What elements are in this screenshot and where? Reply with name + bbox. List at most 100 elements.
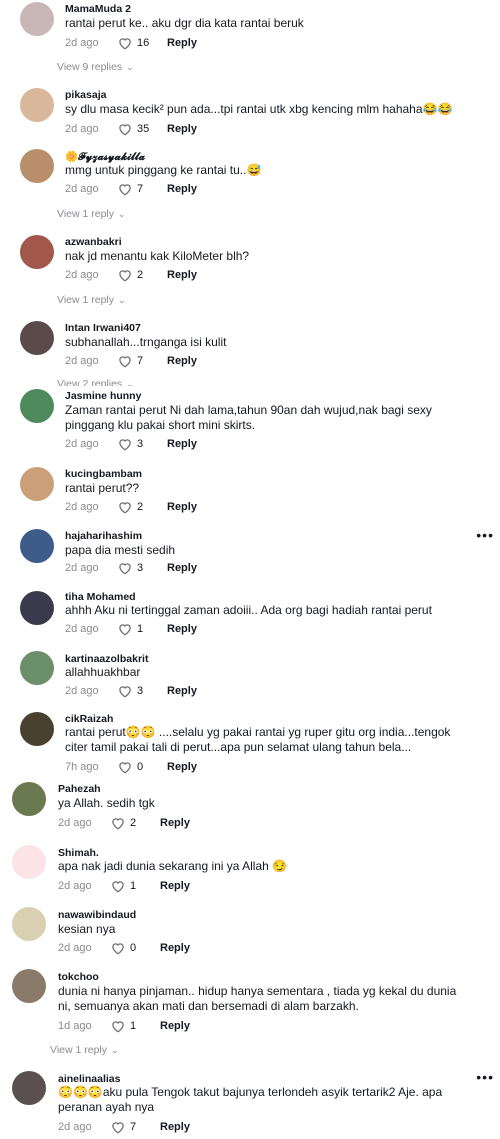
comment-username[interactable]: Shimah. [58, 847, 99, 859]
comment-username[interactable]: Jasmine hunny [65, 390, 141, 402]
heart-icon[interactable] [117, 122, 133, 136]
reply-button[interactable]: Reply [167, 183, 197, 195]
comment-meta: 7h ago 0 Reply [65, 760, 197, 774]
avatar[interactable] [12, 1071, 46, 1105]
avatar[interactable] [20, 321, 54, 355]
avatar[interactable] [12, 845, 46, 879]
heart-icon[interactable] [117, 622, 133, 636]
heart-icon[interactable] [117, 500, 133, 514]
comment-username[interactable]: ainelinaalias [58, 1073, 120, 1085]
reply-button[interactable]: Reply [160, 817, 190, 829]
comment-meta: 2d ago 16 Reply [65, 36, 197, 50]
like-count: 0 [130, 942, 137, 954]
comment-username[interactable]: tiha Mohamed [65, 591, 136, 603]
like-count: 3 [137, 685, 144, 697]
comment-text: apa nak jadi dunia sekarang ini ya Allah… [58, 859, 288, 873]
comment-username[interactable]: 🌼𝓕𝔂𝔃𝓪𝓼𝔂𝓪𝓴𝓲𝓵𝓵𝓪 [65, 150, 145, 164]
avatar[interactable] [20, 149, 54, 183]
comment-username[interactable]: Intan Irwani407 [65, 322, 141, 334]
comment-text: ahhh Aku ni tertinggal zaman adoiii.. Ad… [65, 603, 432, 617]
comment-username[interactable]: nawawibindaud [58, 909, 136, 921]
comment-username[interactable]: pikasaja [65, 89, 106, 101]
avatar[interactable] [12, 782, 46, 816]
view-replies-button[interactable]: View 1 reply ⌄ [57, 294, 126, 306]
heart-icon[interactable] [110, 1019, 126, 1033]
comment-text: kesian nya [58, 922, 116, 936]
view-replies-button[interactable]: View 1 reply ⌄ [50, 1044, 119, 1056]
like-count: 2 [137, 501, 144, 513]
heart-icon[interactable] [117, 182, 133, 196]
reply-button[interactable]: Reply [167, 562, 197, 574]
heart-icon[interactable] [117, 36, 133, 50]
reply-button[interactable]: Reply [167, 685, 197, 697]
avatar[interactable] [20, 389, 54, 423]
comment-date: 2d ago [65, 501, 99, 513]
comment-text: 😳😳😳aku pula Tengok takut bajunya terlond… [58, 1085, 443, 1114]
comment-item: tokchoo dunia ni hanya pinjaman.. hidup … [0, 967, 500, 1059]
comment-date: 2d ago [65, 123, 99, 135]
avatar[interactable] [20, 235, 54, 269]
comment-username[interactable]: azwanbakri [65, 236, 122, 248]
comment-item: azwanbakri nak jd menantu kak KiloMeter … [0, 233, 500, 313]
reply-button[interactable]: Reply [160, 942, 190, 954]
avatar[interactable] [20, 651, 54, 685]
heart-icon[interactable] [117, 354, 133, 368]
avatar[interactable] [20, 712, 54, 746]
comment-date: 2d ago [65, 269, 99, 281]
comment-meta: 1d ago 1 Reply [58, 1019, 190, 1033]
reply-button[interactable]: Reply [167, 123, 197, 135]
reply-button[interactable]: Reply [167, 269, 197, 281]
heart-icon[interactable] [110, 1120, 126, 1134]
avatar[interactable] [12, 907, 46, 941]
reply-button[interactable]: Reply [167, 355, 197, 367]
comment-username[interactable]: Pahezah [58, 783, 101, 795]
heart-icon[interactable] [117, 684, 133, 698]
comment-meta: 2d ago 3 Reply [65, 437, 197, 451]
view-replies-button[interactable]: View 2 replies ⌄ [57, 378, 134, 386]
comment-username[interactable]: hajaharihashim [65, 530, 142, 542]
heart-icon[interactable] [110, 941, 126, 955]
reply-button[interactable]: Reply [160, 1121, 190, 1133]
comment-date: 2d ago [65, 685, 99, 697]
comment-date: 1d ago [58, 1020, 92, 1032]
reply-button[interactable]: Reply [167, 438, 197, 450]
comment-text: sy dlu masa kecik² pun ada...tpi rantai … [65, 102, 453, 116]
avatar[interactable] [20, 2, 54, 36]
heart-icon[interactable] [117, 268, 133, 282]
avatar[interactable] [12, 969, 46, 1003]
reply-button[interactable]: Reply [167, 761, 197, 773]
like-count: 3 [137, 438, 144, 450]
avatar[interactable] [20, 529, 54, 563]
reply-button[interactable]: Reply [167, 37, 197, 49]
comment-username[interactable]: tokchoo [58, 971, 99, 983]
comment-meta: 2d ago 1 Reply [65, 622, 197, 636]
comment-date: 2d ago [65, 562, 99, 574]
reply-button[interactable]: Reply [160, 880, 190, 892]
heart-icon[interactable] [117, 437, 133, 451]
comment-meta: 2d ago 7 Reply [65, 354, 197, 368]
reply-button[interactable]: Reply [160, 1020, 190, 1032]
more-options-button[interactable]: ••• [476, 1069, 494, 1085]
heart-icon[interactable] [117, 561, 133, 575]
like-count: 7 [137, 183, 144, 195]
reply-button[interactable]: Reply [167, 623, 197, 635]
comment-username[interactable]: kucingbambam [65, 468, 142, 480]
like-count: 0 [137, 761, 144, 773]
avatar[interactable] [20, 88, 54, 122]
avatar[interactable] [20, 467, 54, 501]
view-replies-button[interactable]: View 1 reply ⌄ [57, 208, 126, 220]
more-options-button[interactable]: ••• [476, 527, 494, 543]
comment-text: rantai perut ke.. aku dgr dia kata ranta… [65, 16, 304, 30]
reply-button[interactable]: Reply [167, 501, 197, 513]
comment-meta: 2d ago 7 Reply [58, 1120, 190, 1134]
heart-icon[interactable] [117, 760, 133, 774]
heart-icon[interactable] [110, 879, 126, 893]
comment-username[interactable]: cikRaizah [65, 713, 113, 725]
comment-item: ainelinaalias 😳😳😳aku pula Tengok takut b… [0, 1069, 500, 1139]
heart-icon[interactable] [110, 816, 126, 830]
comment-username[interactable]: kartinaazolbakrit [65, 653, 148, 665]
comment-item: MamaMuda 2 rantai perut ke.. aku dgr dia… [0, 0, 500, 80]
avatar[interactable] [20, 591, 54, 625]
comment-username[interactable]: MamaMuda 2 [65, 3, 131, 15]
view-replies-button[interactable]: View 9 replies ⌄ [57, 61, 134, 73]
